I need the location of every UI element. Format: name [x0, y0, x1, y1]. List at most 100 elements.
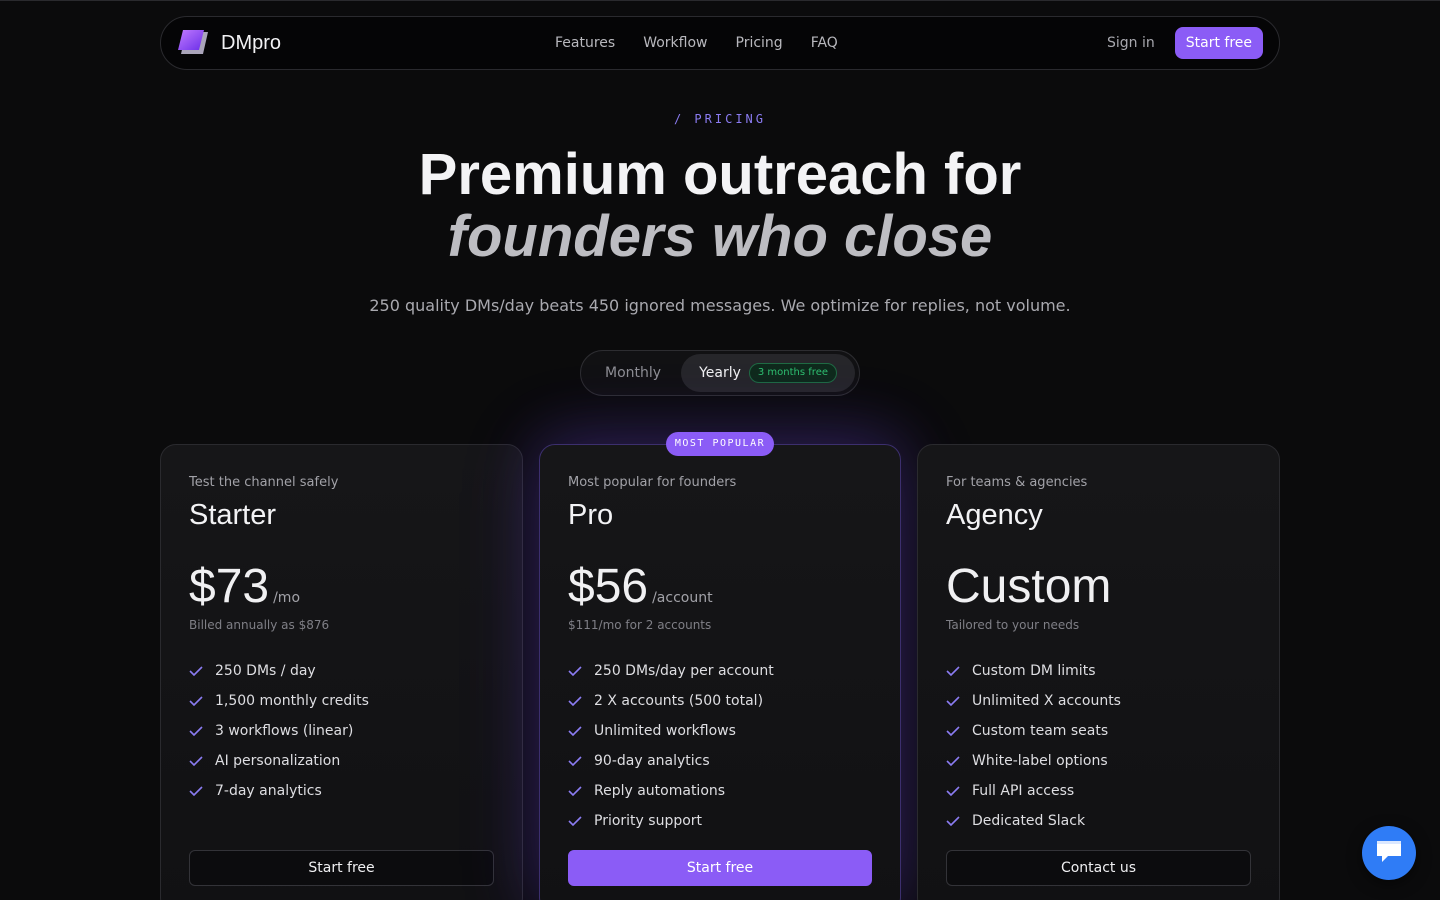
billing-yearly-label: Yearly	[699, 365, 741, 381]
plan-billing-note: Billed annually as $876	[189, 618, 330, 632]
plan-feature: 250 DMs / day	[189, 656, 494, 686]
brand-name: DMpro	[221, 31, 282, 54]
plan-price-unit: /mo	[273, 590, 301, 606]
most-popular-badge: MOST POPULAR	[666, 432, 774, 456]
check-icon	[946, 756, 972, 766]
plan-feature-text: Unlimited workflows	[594, 723, 736, 739]
billing-monthly-option[interactable]: Monthly	[585, 354, 681, 392]
plan-feature: 90-day analytics	[568, 746, 872, 776]
plan-feature-text: 2 X accounts (500 total)	[594, 693, 764, 709]
dmpro-logo-icon	[177, 28, 211, 58]
plan-name: Pro	[568, 499, 614, 531]
plan-feature-text: Unlimited X accounts	[972, 693, 1121, 709]
plan-feature-text: Reply automations	[594, 783, 726, 799]
plan-feature: Custom DM limits	[946, 656, 1251, 686]
plan-feature-text: 250 DMs / day	[215, 663, 316, 679]
nav-links: Features Workflow Pricing FAQ	[555, 17, 838, 69]
plan-feature: 3 workflows (linear)	[189, 716, 494, 746]
plan-feature-text: 250 DMs/day per account	[594, 663, 774, 679]
agency-contact-us-button[interactable]: Contact us	[946, 850, 1251, 886]
plan-price: Custom	[946, 560, 1112, 613]
brand[interactable]: DMpro	[177, 28, 281, 58]
yearly-discount-badge: 3 months free	[748, 363, 837, 383]
check-icon	[946, 696, 972, 706]
billing-toggle: Monthly Yearly 3 months free	[580, 350, 860, 396]
plan-price: $73	[189, 560, 270, 613]
chat-widget-button[interactable]	[1362, 826, 1416, 880]
title-line-1: Premium outreach for	[418, 142, 1022, 207]
check-icon	[189, 666, 215, 676]
top-border	[0, 0, 1440, 1]
nav-link-pricing[interactable]: Pricing	[736, 35, 783, 51]
page-subtitle: 250 quality DMs/day beats 450 ignored me…	[369, 296, 1071, 315]
plan-tagline: For teams & agencies	[946, 475, 1088, 490]
plan-feature-text: Custom DM limits	[972, 663, 1096, 679]
check-icon	[568, 786, 594, 796]
check-icon	[568, 816, 594, 826]
section-eyebrow: / PRICING	[673, 112, 767, 126]
plan-tagline: Test the channel safely	[189, 475, 339, 490]
plan-feature-text: 7-day analytics	[215, 783, 322, 799]
plan-feature: Custom team seats	[946, 716, 1251, 746]
plan-feature-text: AI personalization	[215, 753, 341, 769]
plan-price: $56	[568, 560, 649, 613]
plan-billing-note: Tailored to your needs	[946, 618, 1080, 632]
plan-feature: 2 X accounts (500 total)	[568, 686, 872, 716]
plan-price-row: Custom	[946, 561, 1251, 613]
plan-tagline: Most popular for founders	[568, 475, 737, 490]
nav-link-features[interactable]: Features	[555, 35, 615, 51]
check-icon	[946, 816, 972, 826]
check-icon	[568, 666, 594, 676]
plan-feature: Reply automations	[568, 776, 872, 806]
check-icon	[568, 756, 594, 766]
plan-feature-text: Custom team seats	[972, 723, 1109, 739]
plan-feature: Unlimited workflows	[568, 716, 872, 746]
plan-feature-list: 250 DMs/day per account 2 X accounts (50…	[568, 656, 872, 836]
plan-card-starter: Test the channel safely Starter $73 /mo …	[160, 444, 523, 900]
pro-start-free-button[interactable]: Start free	[568, 850, 872, 886]
check-icon	[189, 696, 215, 706]
plan-card-pro: Most popular for founders Pro $56 /accou…	[539, 444, 901, 900]
plan-price-unit: /account	[652, 590, 713, 606]
plan-price-row: $73 /mo	[189, 561, 494, 613]
plan-price-row: $56 /account	[568, 561, 872, 613]
check-icon	[568, 696, 594, 706]
nav-actions: Sign in Start free	[1107, 27, 1263, 59]
plan-feature: Priority support	[568, 806, 872, 836]
plan-name: Agency	[946, 499, 1043, 531]
nav-link-faq[interactable]: FAQ	[811, 35, 838, 51]
check-icon	[189, 726, 215, 736]
chat-bubble-icon	[1374, 838, 1404, 868]
start-free-nav-button[interactable]: Start free	[1174, 27, 1263, 59]
billing-yearly-option[interactable]: Yearly 3 months free	[681, 354, 855, 392]
check-icon	[946, 726, 972, 736]
check-icon	[189, 786, 215, 796]
plan-feature: 250 DMs/day per account	[568, 656, 872, 686]
plan-feature: AI personalization	[189, 746, 494, 776]
page-title: Premium outreach for founders who close	[0, 144, 1440, 268]
plan-feature-list: 250 DMs / day 1,500 monthly credits 3 wo…	[189, 656, 494, 806]
plan-feature-text: Dedicated Slack	[972, 813, 1086, 829]
plan-feature-text: White-label options	[972, 753, 1108, 769]
plan-feature-text: 3 workflows (linear)	[215, 723, 354, 739]
plan-feature-text: Full API access	[972, 783, 1075, 799]
plan-billing-note: $111/mo for 2 accounts	[568, 618, 712, 632]
plan-card-agency: For teams & agencies Agency Custom Tailo…	[917, 444, 1280, 900]
check-icon	[189, 756, 215, 766]
plan-feature-text: 1,500 monthly credits	[215, 693, 369, 709]
plan-feature: Dedicated Slack	[946, 806, 1251, 836]
check-icon	[946, 786, 972, 796]
nav-link-workflow[interactable]: Workflow	[643, 35, 707, 51]
title-line-2: founders who close	[447, 204, 993, 269]
plan-name: Starter	[189, 499, 277, 531]
check-icon	[946, 666, 972, 676]
sign-in-link[interactable]: Sign in	[1107, 35, 1155, 51]
plan-feature-text: 90-day analytics	[594, 753, 710, 769]
plan-feature-list: Custom DM limits Unlimited X accounts Cu…	[946, 656, 1251, 836]
plan-feature: White-label options	[946, 746, 1251, 776]
navbar: DMpro Features Workflow Pricing FAQ Sign…	[160, 16, 1280, 70]
check-icon	[568, 726, 594, 736]
plan-feature: 7-day analytics	[189, 776, 494, 806]
plan-feature: Full API access	[946, 776, 1251, 806]
starter-start-free-button[interactable]: Start free	[189, 850, 494, 886]
